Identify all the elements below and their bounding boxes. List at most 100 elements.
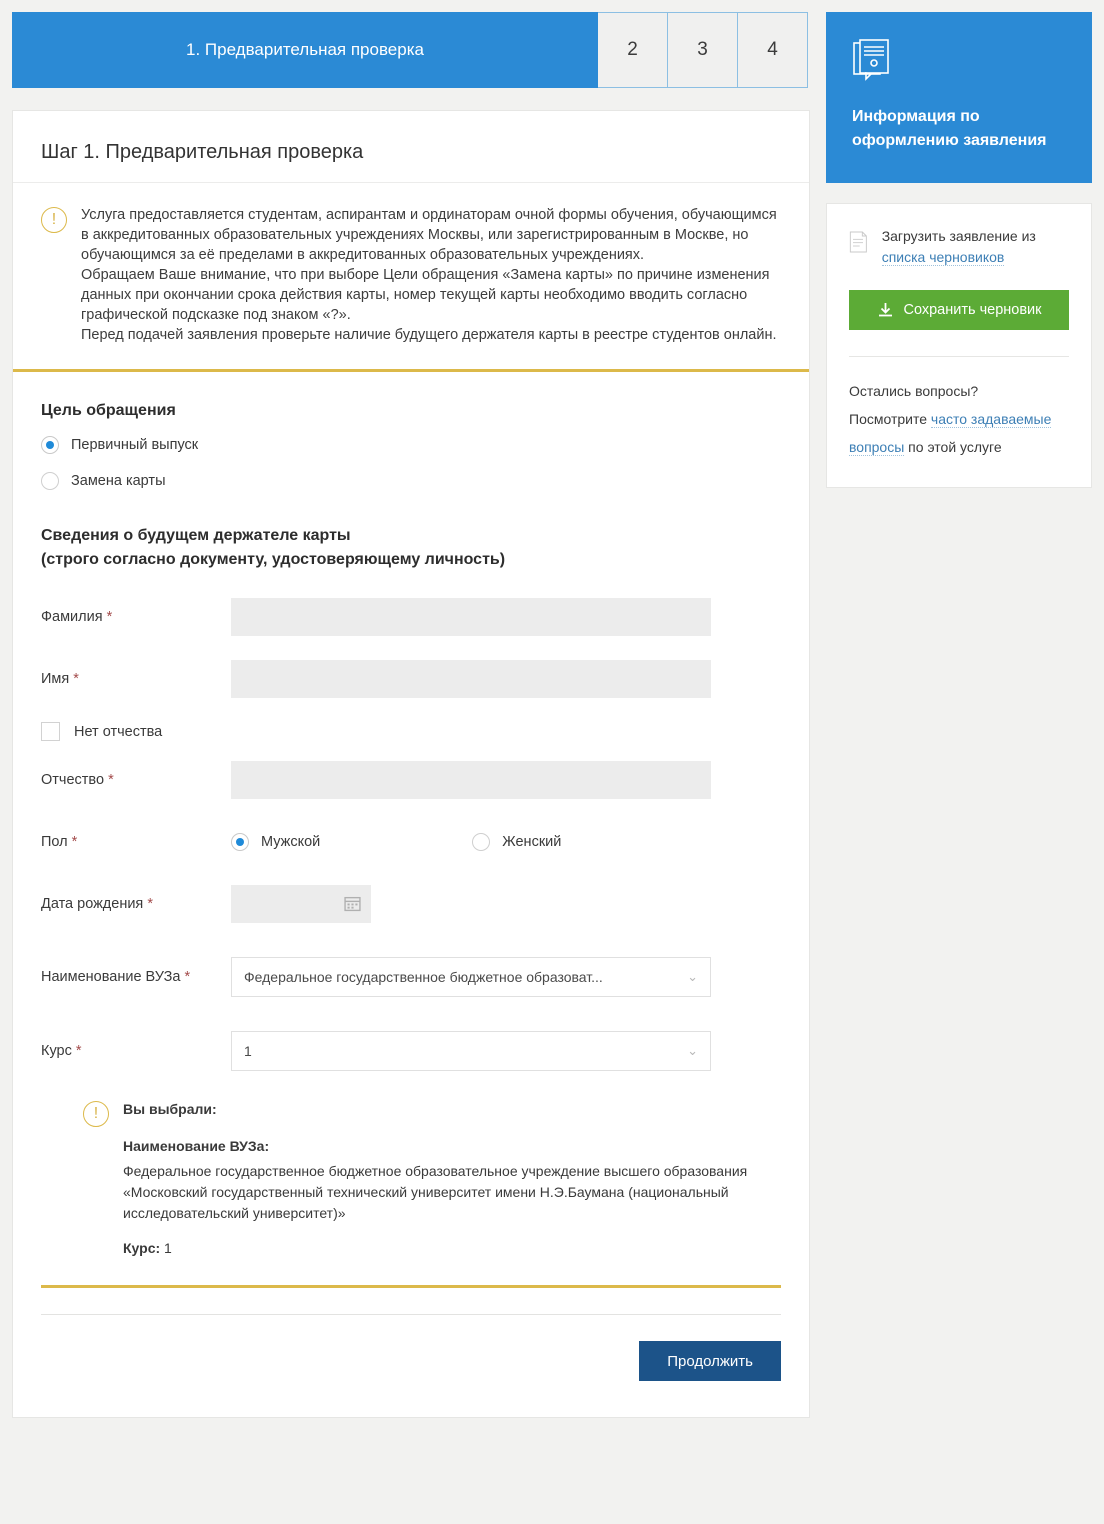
required-marker: * [108, 772, 114, 788]
summary-course-value: 1 [164, 1240, 172, 1256]
course-select-value: 1 [244, 1043, 252, 1059]
document-lines-icon [849, 231, 867, 253]
faq-block: Остались вопросы? Посмотрите часто задав… [849, 377, 1069, 461]
field-university: Наименование ВУЗа * Федеральное государс… [41, 957, 781, 997]
gender-label: Пол * [41, 834, 231, 850]
field-firstname: Имя * [41, 660, 781, 698]
course-select[interactable]: 1 ⌄ [231, 1031, 711, 1071]
university-label: Наименование ВУЗа * [41, 969, 231, 985]
holder-heading: Сведения о будущем держателе карты (стро… [41, 524, 781, 572]
faq-suffix: по этой услуге [904, 439, 1002, 455]
university-label-text: Наименование ВУЗа [41, 969, 181, 985]
gender-options: Мужской Женский [231, 833, 561, 851]
firstname-input[interactable] [231, 660, 711, 698]
purpose-option-primary-label: Первичный выпуск [71, 437, 199, 453]
no-patronymic-label: Нет отчества [74, 723, 163, 740]
summary-course: Курс: 1 [123, 1238, 763, 1259]
field-birthdate: Дата рождения * [41, 885, 781, 923]
purpose-heading: Цель обращения [41, 402, 176, 419]
step-tab-2-label: 2 [627, 39, 638, 60]
step-tab-3[interactable]: 3 [668, 12, 738, 88]
radio-icon[interactable] [41, 436, 59, 454]
notice-line-2: Обращаем Ваше внимание, что при выборе Ц… [81, 267, 770, 323]
sidebar: Информация по оформлению заявления Загру… [826, 12, 1092, 1524]
save-draft-button[interactable]: Сохранить черновик [849, 290, 1069, 330]
chevron-down-icon[interactable]: ⌄ [687, 969, 698, 985]
gender-option-male[interactable]: Мужской [231, 833, 320, 851]
gender-option-male-label: Мужской [261, 834, 321, 850]
summary-university-label: Наименование ВУЗа: [123, 1138, 270, 1154]
purpose-option-replace-label: Замена карты [71, 473, 166, 489]
sidebar-card: Загрузить заявление из списка черновиков… [826, 203, 1092, 488]
no-patronymic-row[interactable]: Нет отчества [41, 722, 781, 741]
chevron-down-icon[interactable]: ⌄ [687, 1043, 698, 1059]
university-select[interactable]: Федеральное государственное бюджетное об… [231, 957, 711, 997]
course-label-text: Курс [41, 1043, 72, 1059]
main-column: 1. Предварительная проверка 2 3 4 Шаг 1.… [12, 12, 810, 1524]
continue-button[interactable]: Продолжить [639, 1341, 781, 1381]
patronymic-label-text: Отчество [41, 772, 105, 788]
download-icon [878, 302, 892, 316]
step-tab-4[interactable]: 4 [738, 12, 808, 88]
field-surname: Фамилия * [41, 598, 781, 636]
firstname-label: Имя * [41, 671, 231, 687]
faq-question: Остались вопросы? [849, 383, 979, 399]
required-marker: * [106, 609, 113, 625]
load-draft-row: Загрузить заявление из списка черновиков [849, 226, 1069, 268]
checkbox-icon[interactable] [41, 722, 60, 741]
summary-title: Вы выбрали: [123, 1101, 217, 1117]
load-draft-prefix: Загрузить заявление из [881, 228, 1036, 244]
radio-icon[interactable] [231, 833, 249, 851]
field-course: Курс * 1 ⌄ [41, 1031, 781, 1071]
required-marker: * [147, 896, 153, 912]
field-gender: Пол * Мужской Женский [41, 823, 781, 861]
exclamation-icon: ! [41, 207, 67, 233]
step-tab-1[interactable]: 1. Предварительная проверка [12, 12, 598, 88]
required-marker: * [75, 1043, 82, 1059]
purpose-option-replace[interactable]: Замена карты [41, 472, 781, 490]
faq-prefix: Посмотрите [849, 411, 931, 427]
page-root: 1. Предварительная проверка 2 3 4 Шаг 1.… [0, 0, 1104, 1524]
holder-heading-line-2: (строго согласно документу, удостоверяющ… [41, 551, 506, 568]
save-draft-label: Сохранить черновик [903, 302, 1042, 318]
holder-heading-line-1: Сведения о будущем держателе карты [41, 527, 351, 544]
radio-icon[interactable] [41, 472, 59, 490]
drafts-list-link[interactable]: списка черновиков [881, 249, 1005, 266]
documents-icon [853, 39, 889, 81]
step-tabs: 1. Предварительная проверка 2 3 4 [12, 12, 810, 88]
radio-icon[interactable] [472, 833, 491, 851]
gender-option-female[interactable]: Женский [472, 833, 561, 851]
surname-label: Фамилия * [41, 609, 231, 625]
summary-course-label: Курс: [123, 1240, 161, 1256]
patronymic-input[interactable] [231, 761, 711, 799]
info-panel[interactable]: Информация по оформлению заявления [826, 12, 1092, 183]
form-actions: Продолжить [13, 1315, 809, 1417]
notice-text: Услуга предоставляется студентам, аспира… [81, 205, 781, 345]
notice-line-1: Услуга предоставляется студентам, аспира… [81, 207, 777, 263]
surname-label-text: Фамилия [41, 609, 103, 625]
gender-label-text: Пол [41, 834, 68, 850]
required-marker: * [71, 834, 78, 850]
patronymic-label: Отчество * [41, 772, 231, 788]
gender-option-female-label: Женский [502, 834, 562, 850]
step-tab-3-label: 3 [697, 39, 708, 60]
course-label: Курс * [41, 1043, 231, 1059]
firstname-label-text: Имя [41, 671, 70, 687]
faq-body: Посмотрите часто задаваемые вопросы по э… [849, 405, 1069, 461]
university-select-value: Федеральное государственное бюджетное об… [244, 969, 603, 985]
notice-box: ! Услуга предоставляется студентам, аспи… [13, 183, 809, 372]
form-body: Цель обращения Первичный выпуск Замена к… [13, 372, 809, 1259]
calendar-icon[interactable] [344, 895, 361, 912]
selection-summary: ! Вы выбрали: Наименование ВУЗа: Федерал… [83, 1099, 781, 1259]
page-title: Шаг 1. Предварительная проверка [13, 111, 809, 183]
step-tab-2[interactable]: 2 [598, 12, 668, 88]
load-draft-text: Загрузить заявление из списка черновиков [881, 226, 1069, 268]
purpose-option-primary[interactable]: Первичный выпуск [41, 436, 781, 454]
birthdate-label-text: Дата рождения [41, 896, 144, 912]
birthdate-input-wrap[interactable] [231, 885, 371, 923]
step-tab-4-label: 4 [767, 39, 778, 60]
summary-university-value: Федеральное государственное бюджетное об… [123, 1163, 748, 1221]
birthdate-label: Дата рождения * [41, 896, 231, 912]
surname-input[interactable] [231, 598, 711, 636]
required-marker: * [184, 969, 191, 985]
